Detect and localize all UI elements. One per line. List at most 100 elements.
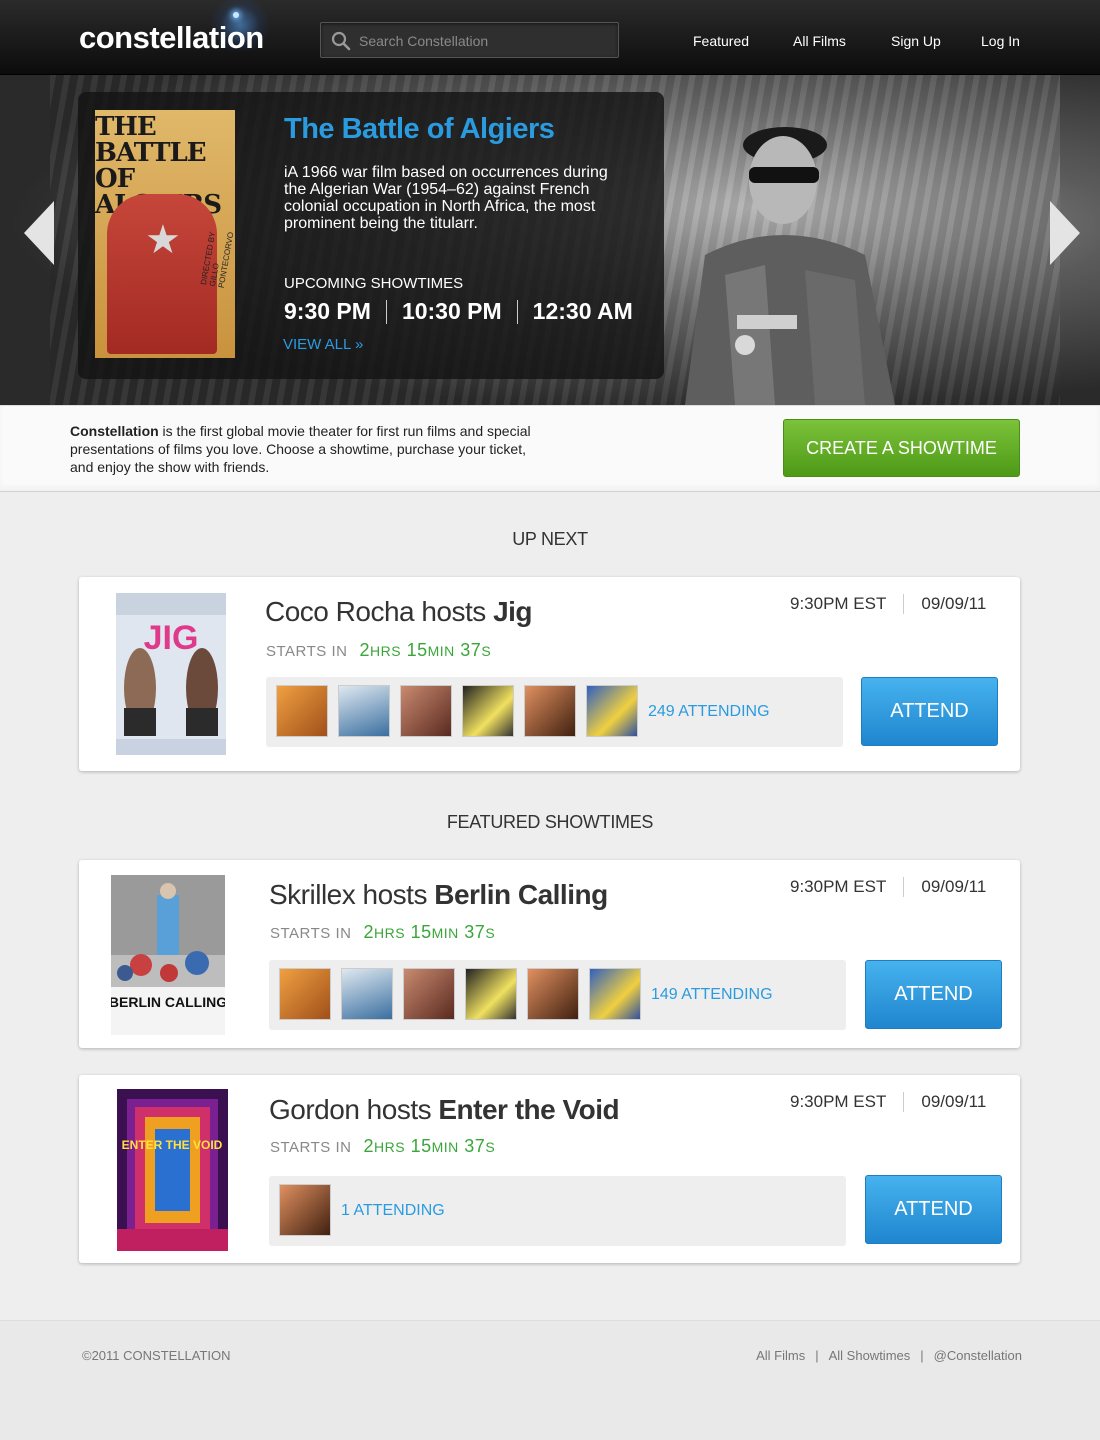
footer-link-all-films[interactable]: All Films — [756, 1348, 805, 1363]
attending-count-link[interactable]: 1 ATTENDING — [341, 1202, 445, 1220]
nav-featured[interactable]: Featured — [693, 33, 749, 49]
featured-showtimes-heading: FEATURED SHOWTIMES — [446, 812, 654, 832]
countdown-minutes-unit: min — [431, 925, 459, 941]
countdown-minutes-unit: min — [431, 1139, 459, 1155]
host-name: Coco Rocha hosts — [265, 596, 494, 627]
carousel-next-arrow-icon[interactable] — [1050, 201, 1080, 265]
intro-brand-name: Constellation — [70, 423, 159, 439]
attendee-avatar[interactable] — [279, 968, 331, 1020]
film-name: Jig — [493, 596, 533, 627]
logo[interactable]: constellation — [79, 20, 264, 56]
showtime-link[interactable]: 10:30 PM — [402, 298, 502, 325]
footer-link-twitter[interactable]: @Constellation — [934, 1348, 1022, 1363]
starts-in-label: STARTS IN — [266, 643, 348, 660]
top-header: constellation Featured All Films Sign Up… — [0, 0, 1100, 75]
showtime-datetime: 9:30PM EST 09/09/11 — [790, 594, 986, 614]
countdown-seconds-unit: s — [485, 1139, 496, 1155]
attendee-avatar[interactable] — [589, 968, 641, 1020]
attend-button[interactable]: ATTEND — [861, 677, 998, 746]
starts-in-label: STARTS IN — [270, 1139, 352, 1156]
film-name: Berlin Calling — [434, 879, 608, 910]
showtime-link[interactable]: 9:30 PM — [284, 298, 371, 325]
nav-all-films[interactable]: All Films — [793, 33, 846, 49]
countdown-hours: 2 — [363, 922, 374, 942]
starts-in-label: STARTS IN — [270, 925, 352, 942]
copyright: ©2011 CONSTELLATION — [82, 1348, 231, 1363]
attending-count-link[interactable]: 149 ATTENDING — [651, 986, 773, 1004]
showtime-datetime: 9:30PM EST 09/09/11 — [790, 877, 986, 897]
attendee-avatar[interactable] — [465, 968, 517, 1020]
upcoming-showtimes-list: 9:30 PM 10:30 PM 12:30 AM — [284, 298, 633, 325]
featured-film-poster[interactable]: THE BATTLE OF ALGIERS ★ DIRECTED BY GILL… — [95, 110, 235, 358]
countdown-value: 2hrs 15min 37s — [363, 922, 495, 943]
countdown-minutes: 15 — [410, 1136, 432, 1156]
divider — [903, 877, 905, 897]
jig-poster[interactable]: JIG — [116, 593, 226, 755]
divider — [903, 594, 905, 614]
search-input[interactable] — [359, 29, 609, 53]
divider — [516, 299, 518, 324]
attend-button[interactable]: ATTEND — [865, 1175, 1002, 1244]
view-all-showtimes-link[interactable]: VIEW ALL » — [283, 336, 363, 353]
featured-film-description: iA 1966 war film based on occurrences du… — [284, 164, 608, 232]
countdown-seconds: 37 — [460, 640, 482, 660]
countdown-minutes: 15 — [410, 922, 432, 942]
berlin-calling-poster[interactable]: BERLIN CALLING — [111, 875, 225, 1035]
attendee-avatar[interactable] — [403, 968, 455, 1020]
logo-star-icon — [233, 12, 239, 18]
showtime-card-jig: JIG Coco Rocha hosts Jig STARTS IN 2hrs … — [79, 577, 1020, 771]
divider: | — [815, 1348, 819, 1363]
create-showtime-button[interactable]: CREATE A SHOWTIME — [783, 419, 1020, 477]
intro-bar: Constellation is the first global movie … — [0, 405, 1100, 492]
countdown-minutes: 15 — [406, 640, 428, 660]
divider — [385, 299, 387, 324]
attend-button[interactable]: ATTEND — [865, 960, 1002, 1029]
showtime-card-enter-the-void: ENTER THE VOID Gordon hosts Enter the Vo… — [79, 1075, 1020, 1263]
attendee-avatar[interactable] — [527, 968, 579, 1020]
countdown: STARTS IN 2hrs 15min 37s — [270, 922, 495, 943]
countdown: STARTS IN 2hrs 15min 37s — [266, 640, 491, 661]
divider — [903, 1092, 905, 1112]
showtime-host-title[interactable]: Skrillex hosts Berlin Calling — [269, 879, 608, 911]
showtime-host-title[interactable]: Gordon hosts Enter the Void — [269, 1094, 620, 1126]
attendee-avatar[interactable] — [400, 685, 452, 737]
poster-title-text: JIG — [144, 619, 199, 657]
carousel-prev-arrow-icon[interactable] — [24, 201, 54, 265]
poster-star-icon: ★ — [145, 218, 181, 262]
attendee-avatar[interactable] — [524, 685, 576, 737]
countdown-seconds: 37 — [464, 1136, 486, 1156]
showtime-time: 9:30PM EST — [790, 877, 887, 896]
countdown-hours: 2 — [359, 640, 370, 660]
search-box — [320, 22, 619, 58]
attendee-avatar[interactable] — [462, 685, 514, 737]
poster-title-text: ENTER THE VOID — [122, 1138, 223, 1152]
attendee-avatar[interactable] — [276, 685, 328, 737]
host-name: Gordon hosts — [269, 1094, 439, 1125]
countdown-seconds-unit: s — [481, 643, 492, 659]
attendee-avatar[interactable] — [338, 685, 390, 737]
attendee-avatar[interactable] — [279, 1184, 331, 1236]
showtime-date: 09/09/11 — [921, 594, 987, 613]
featured-film-title[interactable]: The Battle of Algiers — [284, 113, 555, 146]
countdown-value: 2hrs 15min 37s — [363, 1136, 495, 1157]
countdown-hours: 2 — [363, 1136, 374, 1156]
nav-sign-up[interactable]: Sign Up — [891, 33, 941, 49]
hero-soldier-image — [685, 127, 895, 405]
enter-the-void-poster[interactable]: ENTER THE VOID — [117, 1089, 228, 1251]
showtime-host-title[interactable]: Coco Rocha hosts Jig — [265, 596, 533, 628]
upcoming-showtimes-label: UPCOMING SHOWTIMES — [284, 275, 464, 292]
countdown-seconds: 37 — [464, 922, 486, 942]
intro-description: Constellation is the first global movie … — [70, 422, 550, 476]
footer-link-all-showtimes[interactable]: All Showtimes — [829, 1348, 911, 1363]
attendee-avatar[interactable] — [586, 685, 638, 737]
footer-links: All Films | All Showtimes | @Constellati… — [756, 1348, 1022, 1363]
footer: ©2011 CONSTELLATION All Films | All Show… — [0, 1320, 1100, 1440]
nav-log-in[interactable]: Log In — [981, 33, 1020, 49]
search-icon[interactable] — [331, 31, 351, 51]
attendee-avatar[interactable] — [341, 968, 393, 1020]
showtime-link[interactable]: 12:30 AM — [533, 298, 633, 325]
hero-carousel: THE BATTLE OF ALGIERS ★ DIRECTED BY GILL… — [0, 75, 1100, 405]
showtime-date: 09/09/11 — [921, 1092, 987, 1111]
attending-count-link[interactable]: 249 ATTENDING — [648, 703, 770, 721]
countdown-seconds-unit: s — [485, 925, 496, 941]
